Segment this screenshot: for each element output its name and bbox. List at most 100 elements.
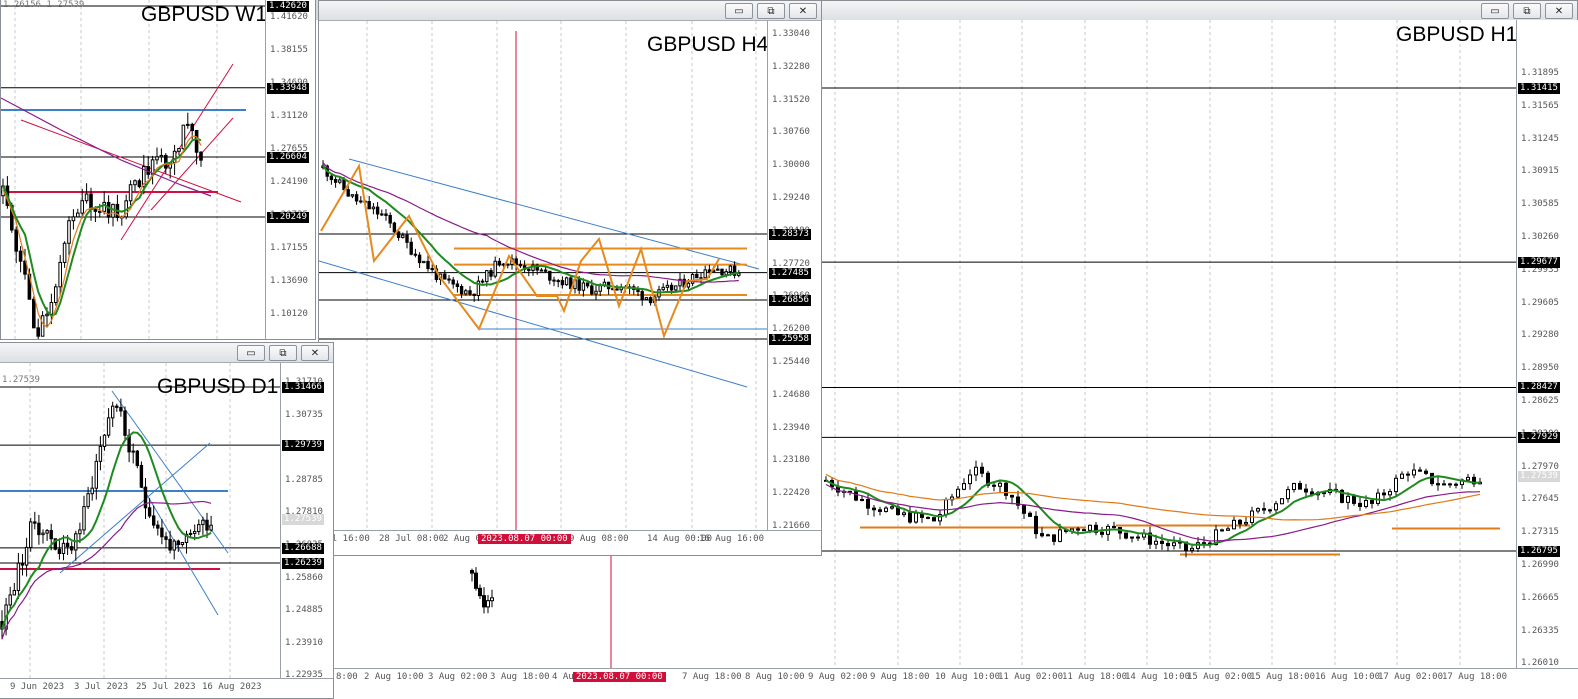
candle-body (716, 268, 720, 271)
candle-body (24, 546, 29, 566)
candle-body (1046, 534, 1050, 537)
chart-window-gbpusd-w1[interactable]: 1.26156 1.27539 GBPUSD W1 1.41620 1.38155… (0, 0, 316, 340)
price-tick-label: 1.30585 (1521, 199, 1559, 210)
restore-button[interactable]: ⧉ (1513, 3, 1541, 19)
close-icon: ✕ (798, 5, 808, 17)
price-tick-label: 1.31895 (1521, 68, 1559, 78)
chart-symbol-label: GBPUSD D1 (157, 375, 279, 398)
candle-body (1286, 489, 1290, 500)
chart-window-gbpusd-h4[interactable]: ▭ ⧉ ✕ GBPUSD H4 1.33040 1.32280 1.31520 1.3… (318, 0, 822, 556)
chart-symbol-label: GBPUSD W1 (141, 3, 268, 26)
candle-body (1010, 494, 1014, 498)
candle-body (1424, 470, 1428, 474)
candle-body (636, 288, 640, 293)
candle-body (396, 231, 401, 238)
candle-body (201, 519, 205, 526)
window-titlebar[interactable]: ▭ ⧉ ✕ (0, 343, 333, 363)
price-tick-label: 1.23940 (772, 422, 810, 433)
candle-body (1430, 472, 1434, 485)
crosshair-time-label: 2023.08.07 00:00 (478, 534, 571, 544)
close-button[interactable]: ✕ (301, 345, 329, 361)
candle-body (57, 548, 62, 555)
candle-body (1436, 483, 1440, 486)
candle-body (115, 405, 119, 408)
candle-body (205, 519, 209, 531)
restore-button[interactable]: ⧉ (269, 345, 297, 361)
time-scale[interactable]: 9 Jun 2023 3 Jul 2023 25 Jul 2023 16 Aug 20… (0, 678, 333, 698)
candle-body (548, 270, 552, 281)
candle-body (392, 222, 397, 233)
price-tick-label: 1.31120 (270, 111, 308, 121)
candle-body (474, 572, 478, 589)
candle-body (177, 148, 181, 152)
candle-body (486, 600, 490, 608)
price-tick-label: 1.10120 (270, 309, 308, 319)
window-titlebar[interactable]: ▭ ⧉ ✕ (319, 1, 821, 21)
candle-body (1154, 540, 1158, 545)
chart-window-gbpusd-d1[interactable]: ▭ ⧉ ✕ 1.27539 GBPUSD D1 1.317101.307351.… (0, 342, 334, 699)
level-price-label: 1.29677 (1518, 257, 1560, 269)
close-icon: ✕ (1554, 5, 1564, 17)
h4-price-chart (319, 21, 767, 530)
candle-body (16, 562, 21, 592)
time-tick-label: 28 Jul 08:00 (379, 534, 445, 544)
time-tick-label: 10 Aug 10:00 (935, 672, 1001, 682)
candle-body (359, 200, 363, 203)
time-tick-label: 8:00 (336, 672, 358, 682)
candle-body (1058, 529, 1062, 542)
candle-body (1382, 492, 1386, 496)
price-scale[interactable]: 1.31895 1.31565 1.31245 1.30915 1.30585 1.302… (1516, 20, 1578, 699)
window-titlebar[interactable]: ▭ ⧉ ✕ (821, 1, 1577, 21)
candle-body (33, 521, 37, 524)
candle-body (29, 521, 33, 548)
chart-plot-area[interactable]: 1.26156 1.27539 GBPUSD W1 (1, 0, 268, 339)
ohlc-readout: 1.27539 (2, 375, 40, 385)
minimize-button[interactable]: ▭ (237, 345, 265, 361)
price-tick-label: 1.24680 (772, 389, 810, 400)
candle-body (32, 298, 36, 329)
candle-body (1280, 498, 1284, 505)
chart-plot-area[interactable]: GBPUSD H4 (319, 21, 768, 530)
candle-body (199, 151, 203, 161)
minimize-button[interactable]: ▭ (725, 3, 753, 19)
candle-body (1160, 540, 1164, 544)
candle-body (131, 450, 135, 453)
minimize-icon: ▭ (246, 347, 256, 359)
candle-body (1400, 473, 1404, 479)
candle-body (665, 284, 670, 288)
candle-body (1124, 532, 1128, 539)
close-button[interactable]: ✕ (1545, 3, 1573, 19)
price-scale[interactable]: 1.416201.381551.346901.311201.276551.241… (265, 0, 315, 339)
candle-body (190, 123, 194, 131)
price-tick-label: 1.27645 (1521, 494, 1559, 505)
candle-body (1352, 495, 1356, 504)
price-scale[interactable]: 1.317101.307351.297601.287851.278101.268… (280, 363, 333, 680)
candle-body (18, 250, 23, 262)
chart-plot-area[interactable]: 1.27539 GBPUSD D1 (0, 363, 280, 678)
candle-body (1076, 528, 1080, 531)
price-tick-label: 1.22420 (772, 488, 810, 499)
candle-body (518, 263, 523, 267)
price-scale[interactable]: 1.33040 1.32280 1.31520 1.30760 1.30000 1.292… (767, 21, 821, 531)
candle-body (1136, 536, 1140, 539)
price-tick-label: 1.23180 (772, 455, 810, 466)
candle-body (1226, 528, 1230, 531)
time-scale[interactable]: Jul 16:00 28 Jul 08:00 2 Aug 09 Aug 08:00 1… (319, 530, 821, 555)
time-tick-label: 16 Aug 10:00 (1315, 672, 1381, 682)
candle-body (45, 530, 49, 534)
candle-body (346, 189, 350, 197)
d1-price-chart (0, 363, 280, 678)
price-tick-label: 1.28625 (1521, 396, 1559, 406)
candle-body (188, 532, 193, 535)
close-button[interactable]: ✕ (789, 3, 817, 19)
candle-body (76, 212, 80, 218)
candle-body (176, 540, 181, 546)
price-tick-label: 1.25440 (772, 357, 810, 367)
candle-body (342, 179, 346, 191)
candle-body (482, 595, 486, 608)
candle-body (156, 524, 160, 529)
minimize-button[interactable]: ▭ (1481, 3, 1509, 19)
restore-button[interactable]: ⧉ (757, 3, 785, 19)
candle-body (674, 285, 678, 291)
candle-body (998, 482, 1002, 487)
